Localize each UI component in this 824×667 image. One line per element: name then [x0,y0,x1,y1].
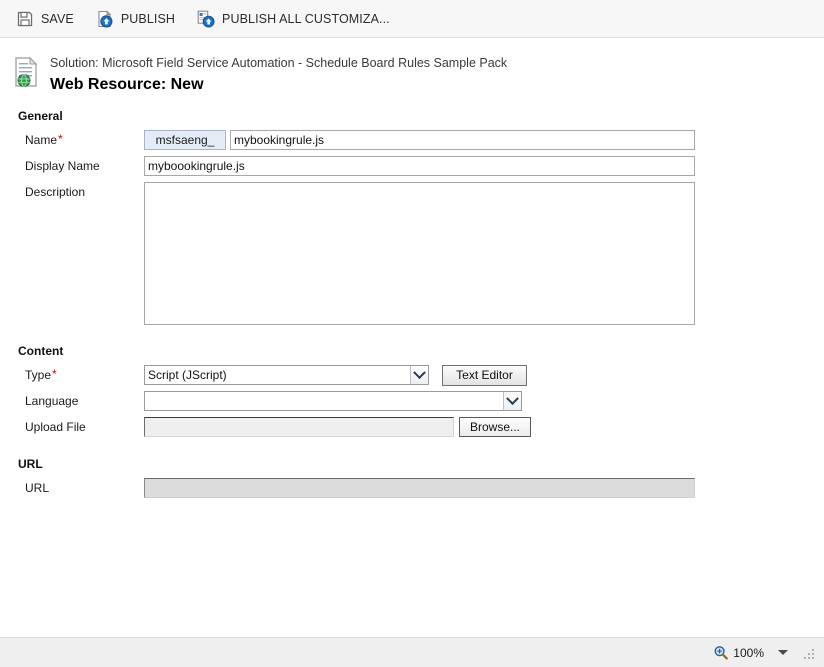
url-field-row: URL [18,478,824,499]
zoom-control[interactable]: 100% [709,643,798,662]
name-label: Name* [18,130,144,147]
content-section-header: Content [18,344,64,358]
publish-all-upload-icon [197,10,215,28]
publish-button-label: PUBLISH [120,11,176,26]
display-name-field-control [144,156,695,176]
status-bar: 100% [0,637,824,667]
url-label: URL [25,481,50,495]
command-bar: SAVE PUBLISH PUBLISH ALL CUSTOMIZA... [0,0,824,38]
description-field-row: Description [18,182,824,325]
name-required-marker: * [58,132,63,146]
description-label: Description [25,185,86,199]
publish-all-customizations-button[interactable]: PUBLISH ALL CUSTOMIZA... [195,5,400,33]
publish-all-customizations-button-label: PUBLISH ALL CUSTOMIZA... [222,11,390,26]
save-floppy-icon [16,10,34,28]
section-spacer-1 [18,330,824,344]
description-field-control [144,182,695,325]
solution-breadcrumb: Solution: Microsoft Field Service Automa… [50,56,508,70]
section-spacer-2 [18,443,824,457]
save-button[interactable]: SAVE [14,5,84,33]
type-field-control: Script (JScript) Text Editor [144,365,527,386]
type-select[interactable]: Script (JScript) [144,365,429,385]
web-resource-form: General Name* msfsaeng_ Display Name Des… [0,95,824,499]
description-input[interactable] [144,182,695,325]
url-input[interactable] [144,478,695,498]
url-field-control [144,478,695,498]
name-input[interactable] [230,130,695,150]
upload-file-field-row: Upload File Browse... [18,417,824,438]
name-field-control: msfsaeng_ [144,130,695,150]
zoom-level-label: 100% [733,645,764,660]
name-field-row: Name* msfsaeng_ [18,130,824,151]
type-field-row: Type* Script (JScript) Text Editor [18,365,824,386]
resize-grip[interactable] [804,647,816,659]
url-section-header: URL [18,457,43,471]
web-resource-document-globe-icon [12,56,42,88]
language-select[interactable] [144,391,522,411]
display-name-label: Display Name [25,159,100,173]
type-select-wrap: Script (JScript) [144,365,429,385]
type-label-text: Type [25,368,52,382]
language-label: Language [25,394,79,408]
page-header-text: Solution: Microsoft Field Service Automa… [50,54,507,95]
display-name-input[interactable] [144,156,695,176]
upload-file-label: Upload File [25,420,86,434]
chevron-down-icon[interactable] [778,650,788,655]
browse-button[interactable]: Browse... [459,417,532,437]
upload-file-input[interactable] [144,417,454,437]
name-label-text: Name [25,133,58,147]
upload-file-field-control: Browse... [144,417,532,437]
save-button-label: SAVE [41,11,74,26]
general-section-header: General [18,109,63,123]
publish-button[interactable]: PUBLISH [94,5,185,33]
magnifier-zoom-icon [713,645,729,660]
type-required-marker: * [52,367,57,381]
publish-upload-icon [96,9,114,28]
language-field-row: Language [18,391,824,412]
page-header: Solution: Microsoft Field Service Automa… [0,38,824,95]
text-editor-button[interactable]: Text Editor [442,365,527,386]
page-title: Web Resource: New [50,76,204,93]
display-name-field-row: Display Name [18,156,824,177]
language-select-wrap [144,391,522,411]
name-prefix: msfsaeng_ [144,130,226,150]
type-label: Type* [18,365,144,382]
language-field-control [144,391,522,411]
